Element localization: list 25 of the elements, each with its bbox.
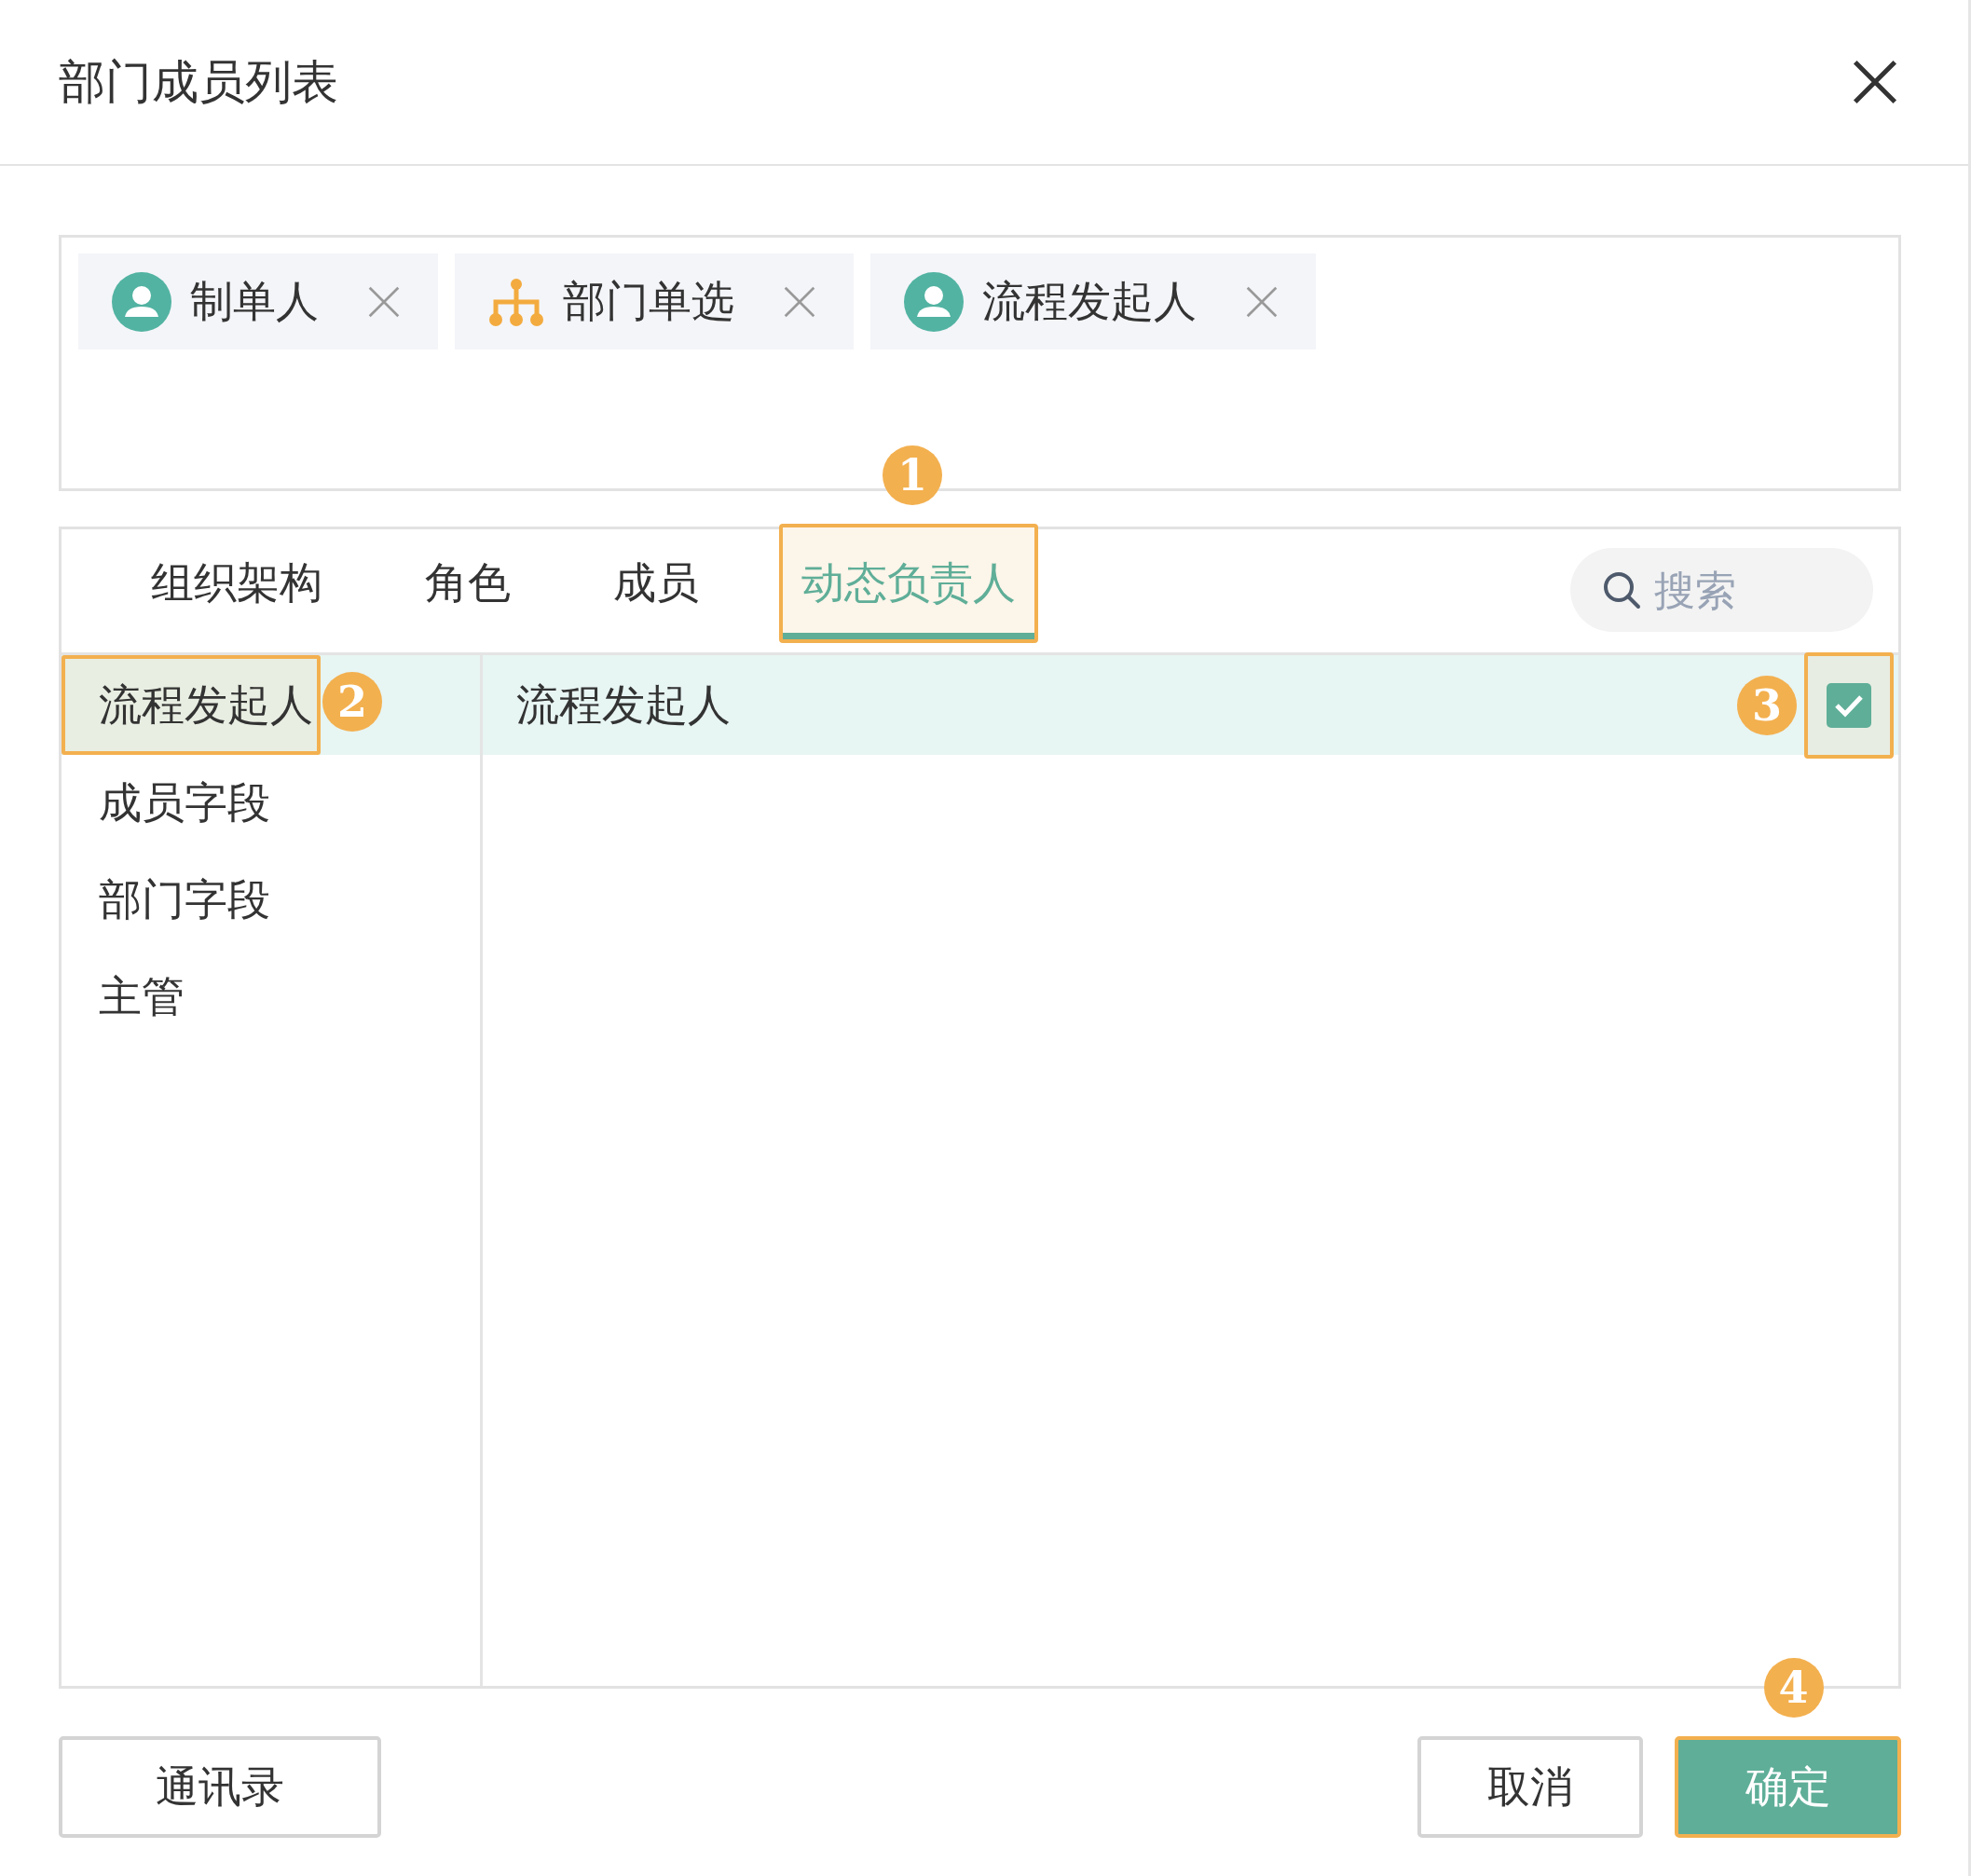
option-label: 流程发起人	[516, 678, 732, 732]
step-number-badge: 2	[322, 671, 382, 732]
step-number-badge: 4	[1763, 1658, 1824, 1718]
tab[interactable]: 组织架构	[129, 524, 345, 643]
step-number-badge: 1	[883, 445, 942, 505]
step-number-badge: 3	[1737, 675, 1797, 735]
checkbox[interactable]	[1827, 682, 1871, 728]
tag-label: 制单人	[190, 274, 319, 328]
tab[interactable]: 成员	[591, 524, 721, 643]
contacts-button[interactable]: 通讯录	[59, 1736, 381, 1838]
close-icon	[783, 284, 816, 319]
search-field[interactable]: 搜索	[1570, 548, 1873, 632]
tab[interactable]: 角色	[403, 524, 533, 643]
user-avatar-icon	[112, 271, 171, 332]
cancel-button[interactable]: 取消	[1417, 1736, 1643, 1838]
close-icon	[1852, 59, 1898, 105]
category-item[interactable]: 部门字段	[62, 852, 278, 949]
user-avatar-icon	[904, 271, 964, 332]
category-item[interactable]: 主管	[62, 949, 192, 1046]
dialog-title: 部门成员列表	[59, 53, 338, 111]
close-icon	[1245, 284, 1279, 319]
category-item[interactable]: 成员字段	[62, 755, 278, 852]
tag-label: 流程发起人	[982, 274, 1197, 328]
close-icon	[367, 284, 401, 319]
tag-label: 部门单选	[563, 274, 734, 328]
